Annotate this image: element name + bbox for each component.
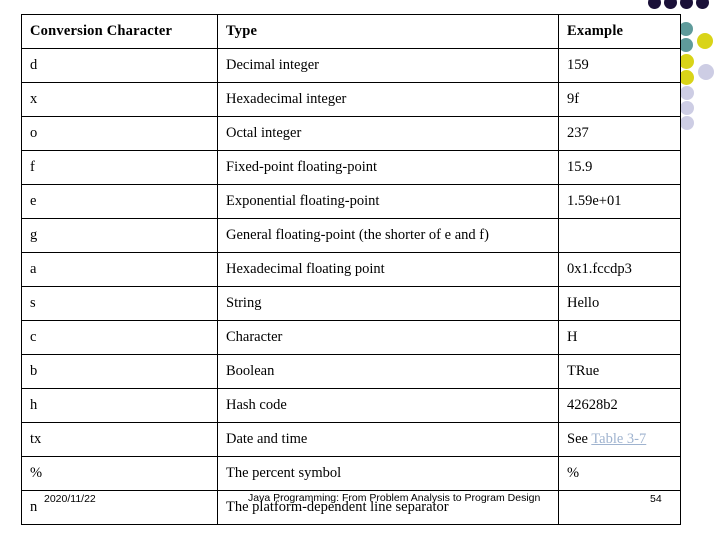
table-row: h Hash code 42628b2 bbox=[21, 388, 681, 423]
cell-example: 0x1.fccdp3 bbox=[558, 252, 681, 287]
cell-type: Fixed-point floating-point bbox=[217, 150, 559, 185]
cell-conversion-character: b bbox=[21, 354, 218, 389]
navy-dot-3 bbox=[680, 0, 693, 9]
cell-type: Character bbox=[217, 320, 559, 355]
cell-example: 15.9 bbox=[558, 150, 681, 185]
cell-conversion-character: x bbox=[21, 82, 218, 117]
table-row: e Exponential floating-point 1.59e+01 bbox=[21, 184, 681, 219]
cell-type: Octal integer bbox=[217, 116, 559, 151]
cell-conversion-character: % bbox=[21, 456, 218, 491]
cell-example: TRue bbox=[558, 354, 681, 389]
cell-conversion-character: d bbox=[21, 48, 218, 83]
format-specifier-table-container: Conversion Character Type Example d Decim… bbox=[21, 14, 681, 525]
cell-conversion-character: a bbox=[21, 252, 218, 287]
cell-type: Date and time bbox=[217, 422, 559, 457]
table-row: tx Date and time See Table 3-7 bbox=[21, 422, 681, 457]
lavender-dot-1 bbox=[698, 64, 714, 80]
table-row: % The percent symbol% bbox=[21, 456, 681, 491]
conversion-character-table: Conversion Character Type Example d Decim… bbox=[21, 14, 681, 525]
cell-type: Exponential floating-point bbox=[217, 184, 559, 219]
cell-conversion-character: e bbox=[21, 184, 218, 219]
cell-example: 9f bbox=[558, 82, 681, 117]
cell-example: See Table 3-7 bbox=[558, 422, 681, 457]
yellow-dot-3 bbox=[679, 70, 694, 85]
cell-conversion-character: s bbox=[21, 286, 218, 321]
table-row: f Fixed-point floating-point 15.9 bbox=[21, 150, 681, 185]
cell-conversion-character: g bbox=[21, 218, 218, 253]
navy-dot-1 bbox=[648, 0, 661, 9]
cell-example bbox=[558, 490, 681, 525]
table-row: o Octal integer 237 bbox=[21, 116, 681, 151]
navy-dot-4 bbox=[696, 0, 709, 9]
teal-dot-1 bbox=[679, 22, 693, 36]
column-header-type: Type bbox=[217, 14, 559, 49]
cell-type: The percent symbol bbox=[217, 456, 559, 491]
cell-example: 159 bbox=[558, 48, 681, 83]
cell-example: 237 bbox=[558, 116, 681, 151]
cell-example: H bbox=[558, 320, 681, 355]
cell-type: General floating-point (the shorter of e… bbox=[217, 218, 559, 253]
cell-example bbox=[558, 218, 681, 253]
table-row: d Decimal integer 159 bbox=[21, 48, 681, 83]
cell-type: String bbox=[217, 286, 559, 321]
cell-example: % bbox=[558, 456, 681, 491]
teal-dot-2 bbox=[679, 38, 693, 52]
lavender-dot-3 bbox=[680, 101, 694, 115]
cell-type: Hash code bbox=[217, 388, 559, 423]
yellow-dot-1 bbox=[697, 33, 713, 49]
cell-type: Hexadecimal floating point bbox=[217, 252, 559, 287]
footer-course-title: Java Programming: From Problem Analysis … bbox=[248, 492, 541, 504]
table-row: b Boolean TRue bbox=[21, 354, 681, 389]
table-row: c Character H bbox=[21, 320, 681, 355]
cell-type: Hexadecimal integer bbox=[217, 82, 559, 117]
cell-type: Decimal integer bbox=[217, 48, 559, 83]
table-3-7-hyperlink[interactable]: Table 3-7 bbox=[591, 431, 646, 447]
example-prefix-text: See bbox=[567, 431, 592, 448]
cell-conversion-character: c bbox=[21, 320, 218, 355]
column-header-example: Example bbox=[558, 14, 681, 49]
table-header-row: Conversion Character Type Example bbox=[21, 14, 681, 49]
yellow-dot-2 bbox=[679, 54, 694, 69]
cell-conversion-character: o bbox=[21, 116, 218, 151]
cell-example: 1.59e+01 bbox=[558, 184, 681, 219]
cell-type: Boolean bbox=[217, 354, 559, 389]
cell-conversion-character: f bbox=[21, 150, 218, 185]
table-row: s String Hello bbox=[21, 286, 681, 321]
footer-page-number: 54 bbox=[650, 493, 662, 505]
footer-date: 2020/11/22 bbox=[44, 493, 96, 505]
table-row: g General floating-point (the shorter of … bbox=[21, 218, 681, 253]
cell-conversion-character: tx bbox=[21, 422, 218, 457]
cell-example: Hello bbox=[558, 286, 681, 321]
navy-dot-2 bbox=[664, 0, 677, 9]
table-row: a Hexadecimal floating point 0x1.fccdp3 bbox=[21, 252, 681, 287]
cell-conversion-character: h bbox=[21, 388, 218, 423]
column-header-conversion-character: Conversion Character bbox=[21, 14, 218, 49]
lavender-dot-2 bbox=[680, 86, 694, 100]
lavender-dot-4 bbox=[680, 116, 694, 130]
table-row: x Hexadecimal integer 9f bbox=[21, 82, 681, 117]
cell-example: 42628b2 bbox=[558, 388, 681, 423]
